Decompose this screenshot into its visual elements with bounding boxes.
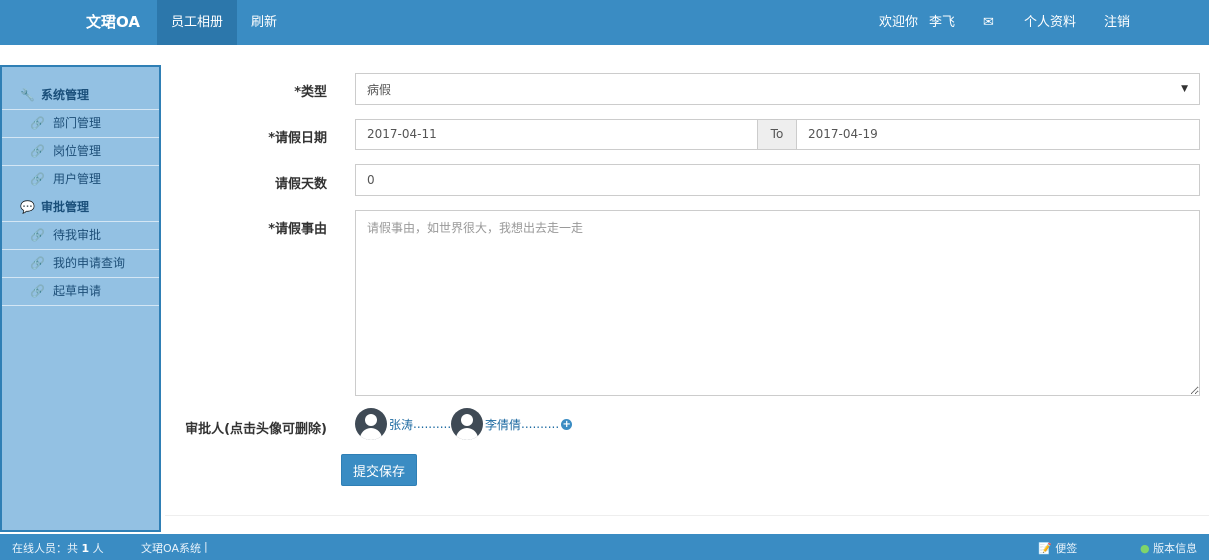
footer-divider: | — [204, 540, 208, 553]
approver-name: 张涛 — [389, 417, 414, 432]
sidebar-item-draft-application[interactable]: 🔗 起草申请 — [2, 277, 159, 306]
content-divider — [165, 515, 1209, 516]
reason-textarea[interactable] — [355, 210, 1200, 396]
submit-save-button[interactable]: 提交保存 — [341, 454, 417, 486]
notes-button[interactable]: 📝 便签 — [1038, 540, 1077, 556]
approver-dots: .......... — [521, 417, 560, 431]
sidebar-item-label: 岗位管理 — [52, 144, 101, 158]
sidebar-group-label: 系统管理 — [40, 88, 89, 102]
sidebar-item-departments[interactable]: 🔗 部门管理 — [2, 109, 159, 137]
type-label: *类型 — [294, 85, 327, 100]
reason-label: *请假事由 — [268, 222, 327, 237]
link-icon: 🔗 — [30, 256, 45, 270]
sidebar-item-my-applications[interactable]: 🔗 我的申请查询 — [2, 249, 159, 277]
sidebar-item-label: 起草申请 — [52, 284, 101, 298]
brand-logo[interactable]: 文珺OA — [86, 0, 140, 45]
current-user-name[interactable]: 李飞 — [929, 0, 955, 45]
envelope-icon[interactable]: ✉ — [983, 0, 994, 45]
avatar[interactable] — [451, 408, 483, 440]
notes-icon: 📝 — [1038, 542, 1052, 555]
version-info-button[interactable]: ● 版本信息 — [1140, 540, 1197, 556]
nav-logout[interactable]: 注销 — [1104, 0, 1130, 45]
type-select[interactable]: 病假 ▼ — [355, 73, 1200, 105]
notes-label: 便签 — [1055, 542, 1078, 555]
link-icon: 🔗 — [30, 284, 45, 298]
type-selected-value: 病假 — [367, 82, 392, 97]
plus-circle-icon[interactable]: + — [561, 418, 573, 430]
sidebar-group-approval[interactable]: 💬 审批管理 — [2, 193, 159, 221]
welcome-text: 欢迎你 — [879, 15, 919, 30]
sidebar-item-label: 我的申请查询 — [52, 256, 125, 270]
top-navbar: 文珺OA 员工相册 刷新 欢迎你 李飞 ✉ 个人资料 注销 — [0, 0, 1209, 45]
footer-bar: 在线人员：共 1 人 文珺OA系统 | 📝 便签 ● 版本信息 — [0, 534, 1209, 560]
end-date-input[interactable]: 2017-04-19 — [796, 119, 1200, 150]
chat-icon: 💬 — [20, 200, 35, 214]
link-icon: 🔗 — [30, 116, 45, 130]
sidebar: 🔧 系统管理 🔗 部门管理 🔗 岗位管理 🔗 用户管理 💬 审批管理 🔗 待我审批 🔗 我的申… — [0, 65, 161, 532]
nav-employee-album[interactable]: 员工相册 — [157, 0, 238, 45]
days-label: 请假天数 — [274, 177, 327, 192]
online-count: 1 — [81, 542, 90, 555]
nav-refresh[interactable]: 刷新 — [251, 0, 277, 45]
online-users-text: 在线人员：共 1 人 — [12, 540, 104, 556]
sidebar-group-system[interactable]: 🔧 系统管理 — [2, 81, 159, 109]
approver-label: 审批人(点击头像可删除) — [185, 422, 327, 437]
system-name: 文珺OA系统 — [141, 542, 201, 555]
link-icon: 🔗 — [30, 172, 45, 186]
approver-name: 李倩倩 — [485, 417, 522, 432]
approver-item[interactable]: 李倩倩.......... + — [451, 408, 573, 440]
sidebar-item-positions[interactable]: 🔗 岗位管理 — [2, 137, 159, 165]
sidebar-group-label: 审批管理 — [40, 200, 89, 214]
date-label: *请假日期 — [268, 131, 327, 146]
sidebar-item-label: 用户管理 — [52, 172, 101, 186]
online-suffix: 人 — [92, 542, 104, 555]
date-range-to-label: To — [757, 119, 797, 150]
approver-dots: .......... — [413, 417, 452, 431]
approver-item[interactable]: 张涛.......... — [355, 408, 451, 440]
caret-down-icon: ▼ — [1181, 84, 1188, 94]
version-label: 版本信息 — [1153, 542, 1198, 555]
start-date-input[interactable]: 2017-04-11 — [355, 119, 758, 150]
link-icon: 🔗 — [30, 144, 45, 158]
wrench-icon: 🔧 — [20, 88, 35, 102]
sidebar-item-label: 部门管理 — [52, 116, 101, 130]
sidebar-item-label: 待我审批 — [52, 228, 101, 242]
sidebar-item-users[interactable]: 🔗 用户管理 — [2, 165, 159, 193]
link-icon: 🔗 — [30, 228, 45, 242]
leave-days-input[interactable]: 0 — [355, 164, 1200, 196]
info-icon: ● — [1140, 542, 1150, 555]
avatar[interactable] — [355, 408, 387, 440]
sidebar-item-pending-approval[interactable]: 🔗 待我审批 — [2, 221, 159, 249]
nav-profile[interactable]: 个人资料 — [1024, 0, 1076, 45]
online-prefix: 在线人员：共 — [12, 542, 78, 555]
